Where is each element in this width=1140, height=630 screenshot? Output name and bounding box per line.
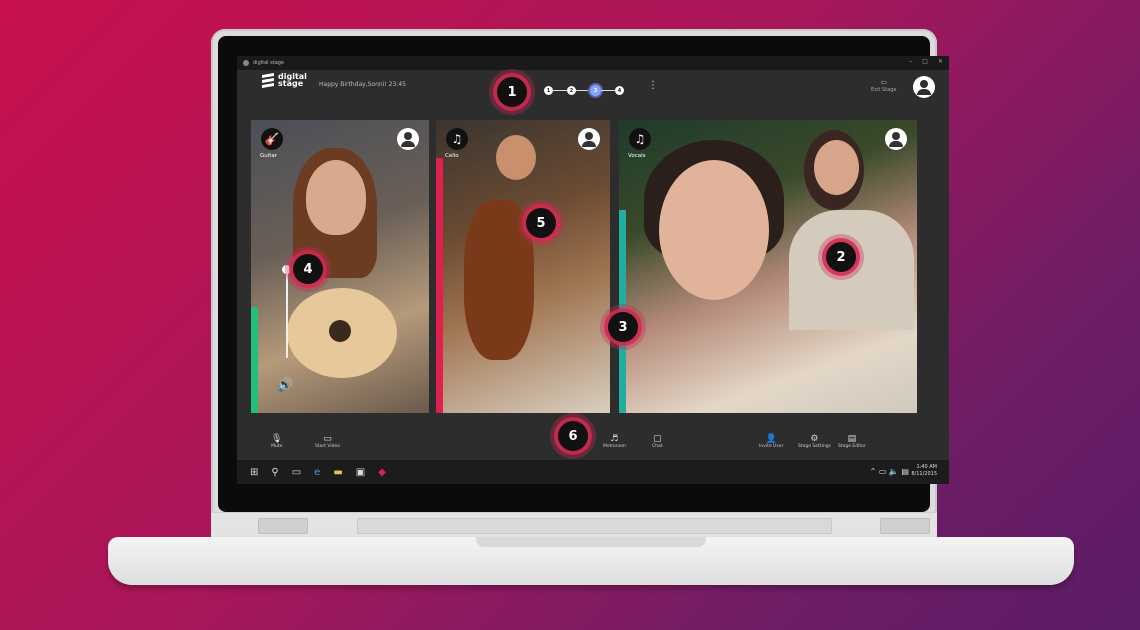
stage-settings-button[interactable]: ⚙ Stage Settings xyxy=(798,434,831,450)
annotation-marker-5: 5 xyxy=(526,208,556,238)
volume-slider-handle[interactable] xyxy=(282,264,291,274)
music-note-icon: ♫ xyxy=(446,128,468,150)
person-face xyxy=(496,135,536,180)
stage-name: Happy Birthday,Sonni! 23:45 xyxy=(319,81,406,88)
invite-user-label: Invite User xyxy=(759,444,784,449)
step-connector xyxy=(576,89,590,92)
invite-user-button[interactable]: 👤 Invite User xyxy=(759,434,783,450)
chat-label: Chat xyxy=(652,444,663,449)
laptop-hinge-left xyxy=(258,518,308,534)
minimize-button[interactable]: – xyxy=(909,58,912,65)
exit-stage-label: Exit Stage xyxy=(871,87,897,93)
windows-start-icon[interactable]: ⊞ xyxy=(250,467,258,478)
microphone-icon: 🎙 xyxy=(271,434,283,444)
person-face xyxy=(306,160,366,235)
edge-browser-icon[interactable]: e xyxy=(314,467,320,478)
window-title: digital stage xyxy=(253,60,285,66)
mute-button[interactable]: 🎙 Mute xyxy=(271,434,282,450)
annotation-marker-3: 3 xyxy=(608,312,638,342)
store-icon[interactable]: ▣ xyxy=(356,467,365,478)
guitar-soundhole xyxy=(329,320,351,342)
task-view-icon[interactable]: ▭ xyxy=(292,467,301,478)
digital-stage-logo: digital stage xyxy=(261,72,307,88)
system-tray-icons[interactable]: ⌃ ▭ 🔈 ▤ xyxy=(870,467,909,476)
step-4[interactable]: 4 xyxy=(615,86,624,95)
music-note-icon: ♫ xyxy=(629,128,651,150)
tile-label: Cello xyxy=(445,153,459,159)
step-3-active[interactable]: 3 xyxy=(590,85,601,96)
video-camera-icon: ▭ xyxy=(323,434,332,444)
annotation-marker-4: 4 xyxy=(293,254,323,284)
laptop-notch xyxy=(476,537,706,547)
volume-slider-track[interactable] xyxy=(286,266,288,358)
step-1[interactable]: 1 xyxy=(544,86,553,95)
laptop-hinge-middle xyxy=(357,518,832,534)
tile-avatar-icon[interactable] xyxy=(397,128,419,150)
guitar-icon: 🎸 xyxy=(261,128,283,150)
annotation-marker-2: 2 xyxy=(826,242,856,272)
laptop-hinge-right xyxy=(880,518,930,534)
digital-stage-logo-icon xyxy=(262,73,274,88)
windows-taskbar: ⊞ ⚲ ▭ e ▬ ▣ ◆ ⌃ ▭ 🔈 ▤ 1:40 AM 8/11/2015 xyxy=(237,460,949,484)
tile-label: Guitar xyxy=(260,153,278,159)
window-controls: – □ ✕ xyxy=(909,58,943,65)
tile-label: Vocals xyxy=(628,153,646,159)
app-icon xyxy=(243,60,249,66)
step-2[interactable]: 2 xyxy=(567,86,576,95)
chat-icon: ▢ xyxy=(653,434,662,444)
exit-stage-button[interactable]: ⇦ Exit Stage xyxy=(871,78,897,93)
video-tile-guitar[interactable]: 🎸 Guitar 🔊 xyxy=(251,120,429,413)
audio-level-bar xyxy=(436,158,443,413)
system-clock[interactable]: 1:40 AM 8/11/2015 xyxy=(911,464,937,478)
start-video-label: Start Video xyxy=(315,444,341,449)
more-options-icon[interactable]: ⋮ xyxy=(648,81,658,91)
exit-icon: ⇦ xyxy=(880,78,888,87)
metronome-button[interactable]: ♬ Metronom xyxy=(603,434,626,450)
logo-text-line2: stage xyxy=(278,79,304,88)
stage-editor-label: Stage Editor xyxy=(838,444,866,449)
audio-level-bar xyxy=(251,307,258,413)
cello-image xyxy=(464,200,534,360)
person-face xyxy=(814,140,859,195)
metronome-label: Metronom xyxy=(603,444,626,449)
close-button[interactable]: ✕ xyxy=(938,58,943,65)
editor-icon: ▤ xyxy=(847,434,857,444)
stage-settings-label: Stage Settings xyxy=(798,444,831,449)
tile-avatar-icon[interactable] xyxy=(578,128,600,150)
stage-stepper: 1 2 3 4 xyxy=(544,85,624,96)
annotation-marker-1: 1 xyxy=(497,77,527,107)
speaker-icon[interactable]: 🔊 xyxy=(277,378,293,393)
start-video-button[interactable]: ▭ Start Video xyxy=(315,434,340,450)
metronome-icon: ♬ xyxy=(610,434,619,444)
step-connector xyxy=(553,89,567,92)
chat-button[interactable]: ▢ Chat xyxy=(652,434,663,450)
video-tile-vocals[interactable]: ♫ Vocals xyxy=(619,120,917,413)
settings-icon: ⚙ xyxy=(810,434,819,444)
person-face xyxy=(659,160,769,300)
window-titlebar: digital stage – □ ✕ xyxy=(237,56,949,70)
search-icon[interactable]: ⚲ xyxy=(271,467,278,478)
annotation-marker-6: 6 xyxy=(558,421,588,451)
bottom-toolbar: 🎙 Mute ▭ Start Video ♬ Metronom ▢ Chat 👤… xyxy=(237,426,949,456)
clock-date: 8/11/2015 xyxy=(911,471,937,477)
maximize-button[interactable]: □ xyxy=(922,58,928,65)
user-avatar[interactable] xyxy=(913,76,935,98)
clock-time: 1:40 AM xyxy=(916,464,937,470)
stage-editor-button[interactable]: ▤ Stage Editor xyxy=(838,434,866,450)
step-connector xyxy=(601,89,615,92)
video-tile-cello[interactable]: ♫ Cello xyxy=(436,120,610,413)
tile-avatar-icon[interactable] xyxy=(885,128,907,150)
invite-user-icon: 👤 xyxy=(765,434,777,444)
person-sweater xyxy=(789,210,914,330)
digital-stage-taskbar-icon[interactable]: ◆ xyxy=(378,467,386,478)
file-explorer-icon[interactable]: ▬ xyxy=(333,467,342,478)
mute-label: Mute xyxy=(271,444,283,449)
